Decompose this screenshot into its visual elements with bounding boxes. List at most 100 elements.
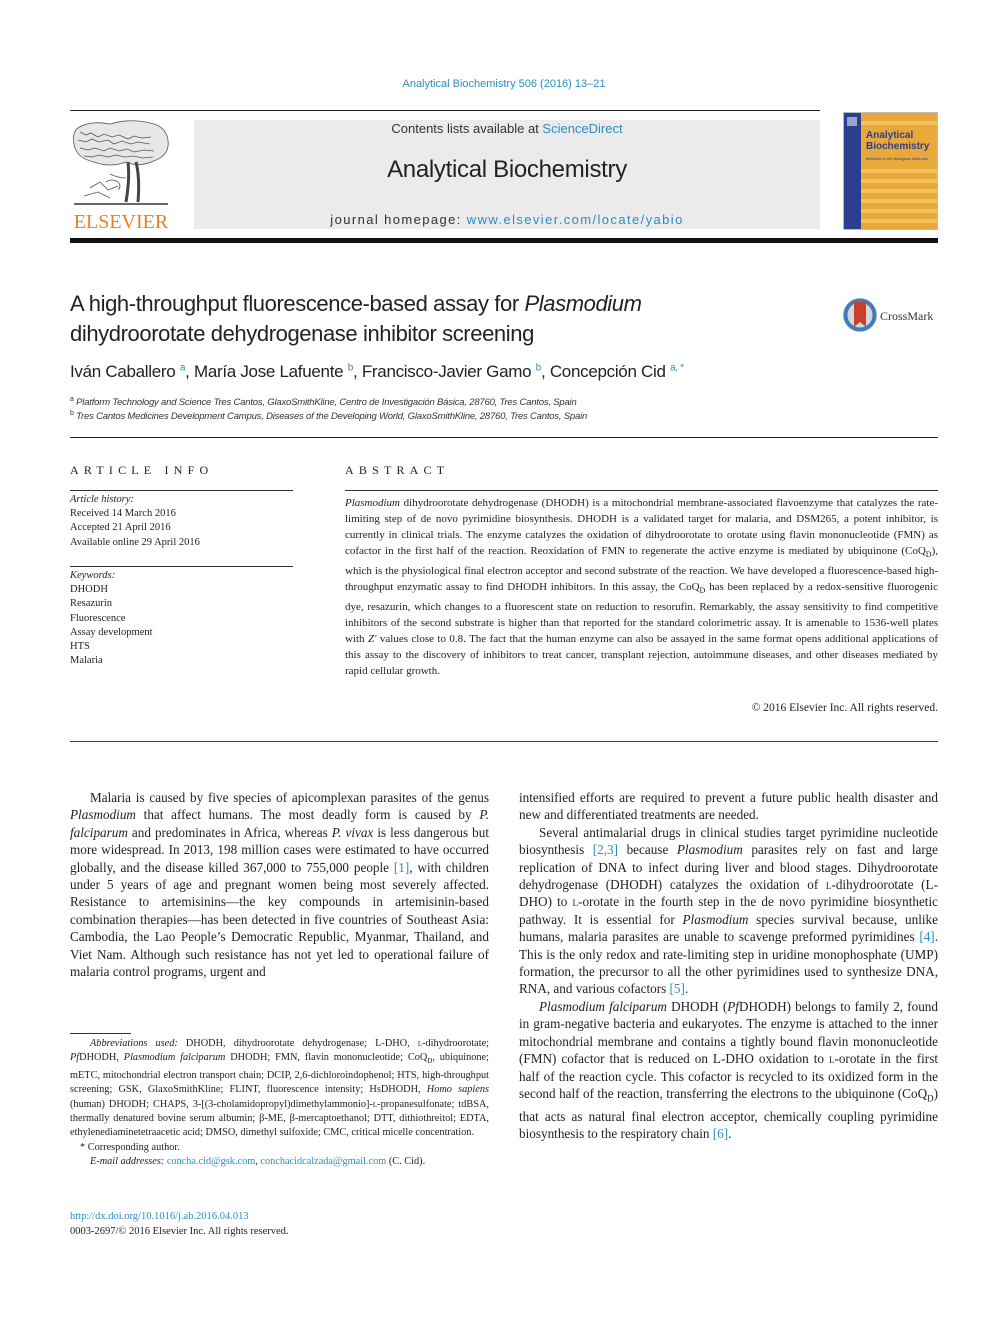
abstract-text: dihydroorotate dehydrogenase (DHODH) is … [345, 497, 938, 557]
title-part1: A high-throughput fluorescence-based ass… [70, 291, 525, 316]
article-title: A high-throughput fluorescence-based ass… [70, 289, 810, 349]
body-paragraph: Malaria is caused by five species of api… [70, 789, 489, 980]
crossmark-button[interactable]: CrossMark [842, 297, 942, 333]
text: DHODH, [79, 1052, 124, 1064]
abstract-body: Plasmodium dihydroorotate dehydrogenase … [345, 495, 938, 679]
footnotes: Abbreviations used: DHODH, dihydroorotat… [70, 1037, 489, 1170]
footnote-rule [70, 1033, 131, 1034]
text: DHODH, dihydroorotate dehydrogenase; L-D… [177, 1038, 418, 1049]
keyword: HTS [70, 641, 90, 653]
reference-link[interactable]: [2,3] [593, 842, 618, 857]
author-affiliation-mark[interactable]: a, * [670, 362, 684, 373]
header-top-rule [70, 110, 820, 111]
email-label: E-mail addresses: [90, 1156, 165, 1168]
crossmark-icon [843, 298, 877, 332]
cover-stripe [861, 169, 937, 173]
affiliation-mark: a [70, 396, 74, 403]
abstract-heading: ABSTRACT [345, 463, 450, 477]
journal-homepage: journal homepage: www.elsevier.com/locat… [194, 212, 820, 227]
crossmark-label: CrossMark [880, 309, 934, 323]
author-name[interactable]: Francisco-Javier Gamo [362, 362, 532, 381]
body-paragraph: Several antimalarial drugs in clinical s… [519, 824, 938, 998]
doi-link[interactable]: http://dx.doi.org/10.1016/j.ab.2016.04.0… [70, 1211, 249, 1222]
title-part2: dihydroorotate dehydrogenase inhibitor s… [70, 321, 534, 346]
contents-availability: Contents lists available at ScienceDirec… [194, 121, 820, 136]
body-divider [70, 741, 938, 742]
reference-link[interactable]: [4] [919, 929, 934, 944]
text: DHODH ( [666, 998, 728, 1014]
text: . [728, 1126, 732, 1142]
title-italic: Plasmodium [524, 291, 642, 316]
author-list: Iván Caballero a, María Jose Lafuente b,… [70, 362, 870, 382]
reference-link[interactable]: [6] [713, 1126, 728, 1141]
cover-title-line1: Analytical [866, 130, 914, 141]
text: (C. Cid). [386, 1156, 426, 1168]
cover-stripe [861, 179, 937, 183]
author-separator: , [540, 362, 550, 381]
journal-cover-image[interactable]: Analytical Biochemistry Methods in the B… [843, 112, 938, 230]
elsevier-logo[interactable]: ELSEVIER [70, 118, 172, 234]
text: Malaria is caused by five species of api… [90, 790, 489, 805]
cover-elsevier-mark-icon [847, 117, 857, 126]
corresponding-author-note: * Corresponding author. [80, 1141, 180, 1153]
text: (human) DHODH; CHAPS, 3-[(3-cholamidopro… [70, 1098, 373, 1110]
italic-text: Plasmodium falciparum [539, 998, 667, 1014]
cover-subtitle: Methods in the Biological Sciences [866, 156, 928, 161]
body-paragraph-continued: intensified efforts are required to prev… [519, 790, 938, 823]
article-history: Article history: Received 14 March 2016 … [70, 493, 293, 550]
homepage-prefix: journal homepage: [330, 212, 467, 227]
italic-text: Plasmodium [70, 807, 136, 823]
text: and predominates in Africa, whereas [127, 824, 332, 840]
email-link[interactable]: concha.cid@gsk.com [167, 1156, 255, 1167]
text: because [618, 842, 677, 858]
affiliation-mark: b [70, 410, 74, 417]
article-info-heading: ARTICLE INFO [70, 463, 214, 477]
sciencedirect-link[interactable]: ScienceDirect [542, 121, 622, 136]
keyword: Malaria [70, 655, 103, 667]
text: DHODH; FMN, flavin mononucleotide; CoQ [225, 1052, 428, 1064]
history-label: Article history: [70, 494, 134, 505]
email-link[interactable]: conchacidcalzada@gmail.com [260, 1156, 386, 1167]
reference-link[interactable]: [5] [670, 981, 685, 996]
cover-stripe [861, 209, 937, 213]
online-date: Available online 29 April 2016 [70, 536, 200, 548]
cover-spine [844, 113, 861, 229]
header-thick-rule [70, 238, 938, 243]
abstract-text: values close to 0.8. The fact that the h… [345, 633, 938, 678]
italic-text: Homo sapiens [426, 1084, 490, 1096]
italic-text: Plasmodium falciparum [123, 1052, 226, 1064]
cover-title: Analytical Biochemistry [866, 130, 929, 152]
abstract-copyright: © 2016 Elsevier Inc. All rights reserved… [751, 702, 938, 714]
article-info-rule [70, 490, 293, 491]
author-name[interactable]: Concepción Cid [550, 362, 666, 381]
abbreviations-label: Abbreviations used: [90, 1038, 178, 1049]
text: -dihydroorotate; [422, 1038, 490, 1049]
body-column-left: Malaria is caused by five species of api… [70, 789, 489, 980]
affiliation-text: Tres Cantos Medicines Development Campus… [76, 411, 588, 423]
homepage-link[interactable]: www.elsevier.com/locate/yabio [467, 212, 684, 227]
contents-prefix: Contents lists available at [391, 121, 543, 136]
email-addresses: E-mail addresses: concha.cid@gsk.com, co… [70, 1155, 489, 1169]
keywords-label: Keywords: [70, 570, 116, 581]
journal-citation[interactable]: Analytical Biochemistry 506 (2016) 13–21 [0, 78, 992, 90]
body-paragraph: Plasmodium falciparum DHODH (PfDHODH) be… [519, 998, 938, 1143]
received-date: Received 14 March 2016 [70, 508, 176, 520]
text: , with children under 5 years of age and… [70, 859, 489, 980]
author-name[interactable]: Iván Caballero [70, 362, 176, 381]
citation-link[interactable]: Analytical Biochemistry 506 (2016) 13–21 [402, 78, 605, 90]
reference-link[interactable]: [1] [394, 860, 409, 875]
cover-title-line2: Biochemistry [866, 141, 930, 152]
abbreviations-footnote: Abbreviations used: DHODH, dihydroorotat… [70, 1037, 489, 1141]
affiliation-text: Platform Technology and Science Tres Can… [76, 397, 577, 409]
italic-text: Pf [727, 998, 739, 1014]
italic-text: Plasmodium [676, 842, 743, 858]
abstract-italic: Plasmodium [345, 497, 400, 509]
author-separator: , [185, 362, 194, 381]
affiliation-a: a Platform Technology and Science Tres C… [70, 396, 870, 408]
z-prime: Z′ [367, 633, 377, 646]
author-name[interactable]: María Jose Lafuente [194, 362, 344, 381]
section-divider [70, 437, 938, 438]
author-separator: , [352, 362, 362, 381]
keyword: DHODH [70, 584, 108, 596]
elsevier-wordmark: ELSEVIER [73, 211, 169, 233]
